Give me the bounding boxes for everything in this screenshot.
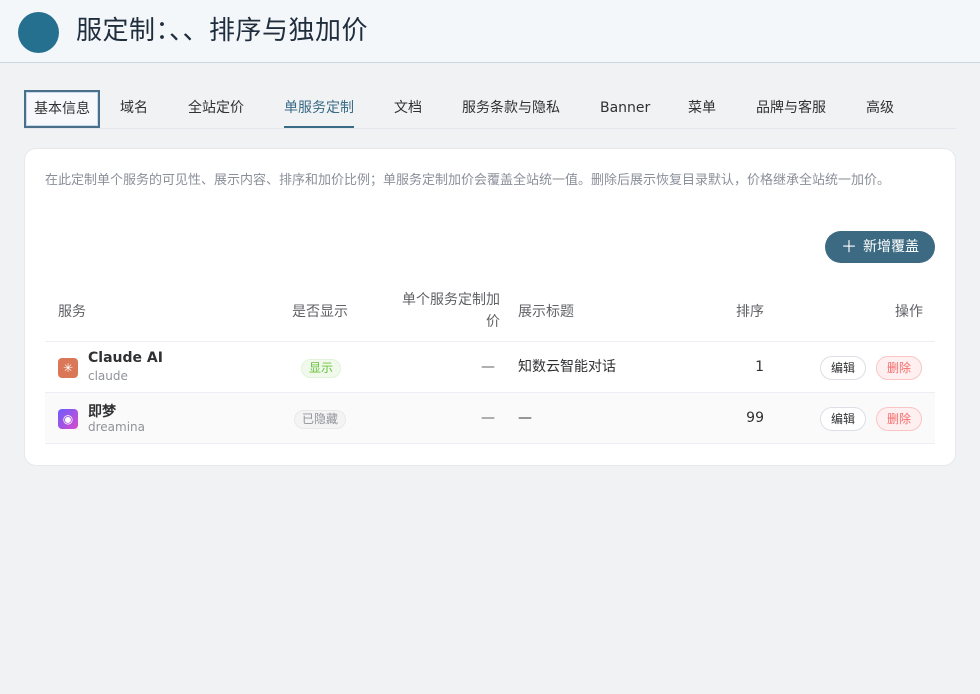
tab-domain[interactable]: 域名 <box>120 89 148 128</box>
top-header: 服定制：、、排序与独加价 <box>0 0 980 63</box>
add-override-label: 新增覆盖 <box>863 239 919 255</box>
table-row: ◉ 即梦 dreamina 已隐藏 — — 99 编辑 删除 <box>45 393 935 444</box>
sort-cell: 1 <box>755 359 764 375</box>
tab-terms-privacy[interactable]: 服务条款与隐私 <box>462 89 560 128</box>
delete-button[interactable]: 删除 <box>876 407 923 431</box>
tab-docs[interactable]: 文档 <box>394 89 422 128</box>
page-title: 服定制：、、排序与独加价 <box>76 16 369 46</box>
price-cell: — <box>481 410 495 426</box>
claude-icon: ✳ <box>58 358 78 378</box>
add-override-button[interactable]: ＋ 新增覆盖 <box>824 231 935 263</box>
service-name: Claude AI <box>88 350 163 366</box>
tab-menu[interactable]: 菜单 <box>688 89 716 128</box>
tab-basic-info[interactable]: 基本信息 <box>24 90 100 128</box>
display-title-cell: 知数云智能对话 <box>518 359 616 375</box>
service-slug: claude <box>88 369 128 383</box>
sort-cell: 99 <box>746 410 764 426</box>
tab-service-customization[interactable]: 单服务定制 <box>284 89 354 128</box>
settings-tabs: 基本信息 域名 全站定价 单服务定制 文档 服务条款与隐私 Banner 菜单 … <box>24 89 956 129</box>
tab-brand-support[interactable]: 品牌与客服 <box>756 89 826 128</box>
column-header-ops: 操作 <box>895 304 923 320</box>
tab-global-pricing[interactable]: 全站定价 <box>188 89 244 128</box>
overrides-table: 服务 是否显示 单个服务定制加价 展示标题 排序 操作 ✳ Claude AI … <box>45 280 935 444</box>
display-title-cell: — <box>518 410 532 426</box>
column-header-service: 服务 <box>58 304 86 320</box>
column-header-sort: 排序 <box>736 304 764 320</box>
column-header-display-title: 展示标题 <box>518 304 574 320</box>
delete-button[interactable]: 删除 <box>876 356 923 380</box>
dreamina-icon: ◉ <box>58 409 78 429</box>
edit-button[interactable]: 编辑 <box>820 356 867 380</box>
table-row: ✳ Claude AI claude 显示 — 知数云智能对话 1 编辑 删除 <box>45 342 935 393</box>
column-header-price: 单个服务定制加价 <box>402 292 500 330</box>
service-override-card: 在此定制单个服务的可见性、展示内容、排序和加价比例；单服务定制加价会覆盖全站统一… <box>24 148 956 466</box>
service-name: 即梦 <box>88 404 116 420</box>
column-header-visible: 是否显示 <box>292 304 348 320</box>
edit-button[interactable]: 编辑 <box>820 407 867 431</box>
card-description: 在此定制单个服务的可见性、展示内容、排序和加价比例；单服务定制加价会覆盖全站统一… <box>45 173 891 188</box>
service-slug: dreamina <box>88 420 146 434</box>
tab-advanced[interactable]: 高级 <box>866 89 894 128</box>
tab-banner[interactable]: Banner <box>600 89 650 128</box>
visibility-badge: 显示 <box>301 359 342 378</box>
app-logo[interactable] <box>18 12 59 53</box>
table-header: 服务 是否显示 单个服务定制加价 展示标题 排序 操作 <box>45 280 935 342</box>
price-cell: — <box>481 359 495 375</box>
plus-icon: ＋ <box>840 237 857 256</box>
visibility-badge: 已隐藏 <box>294 410 347 429</box>
